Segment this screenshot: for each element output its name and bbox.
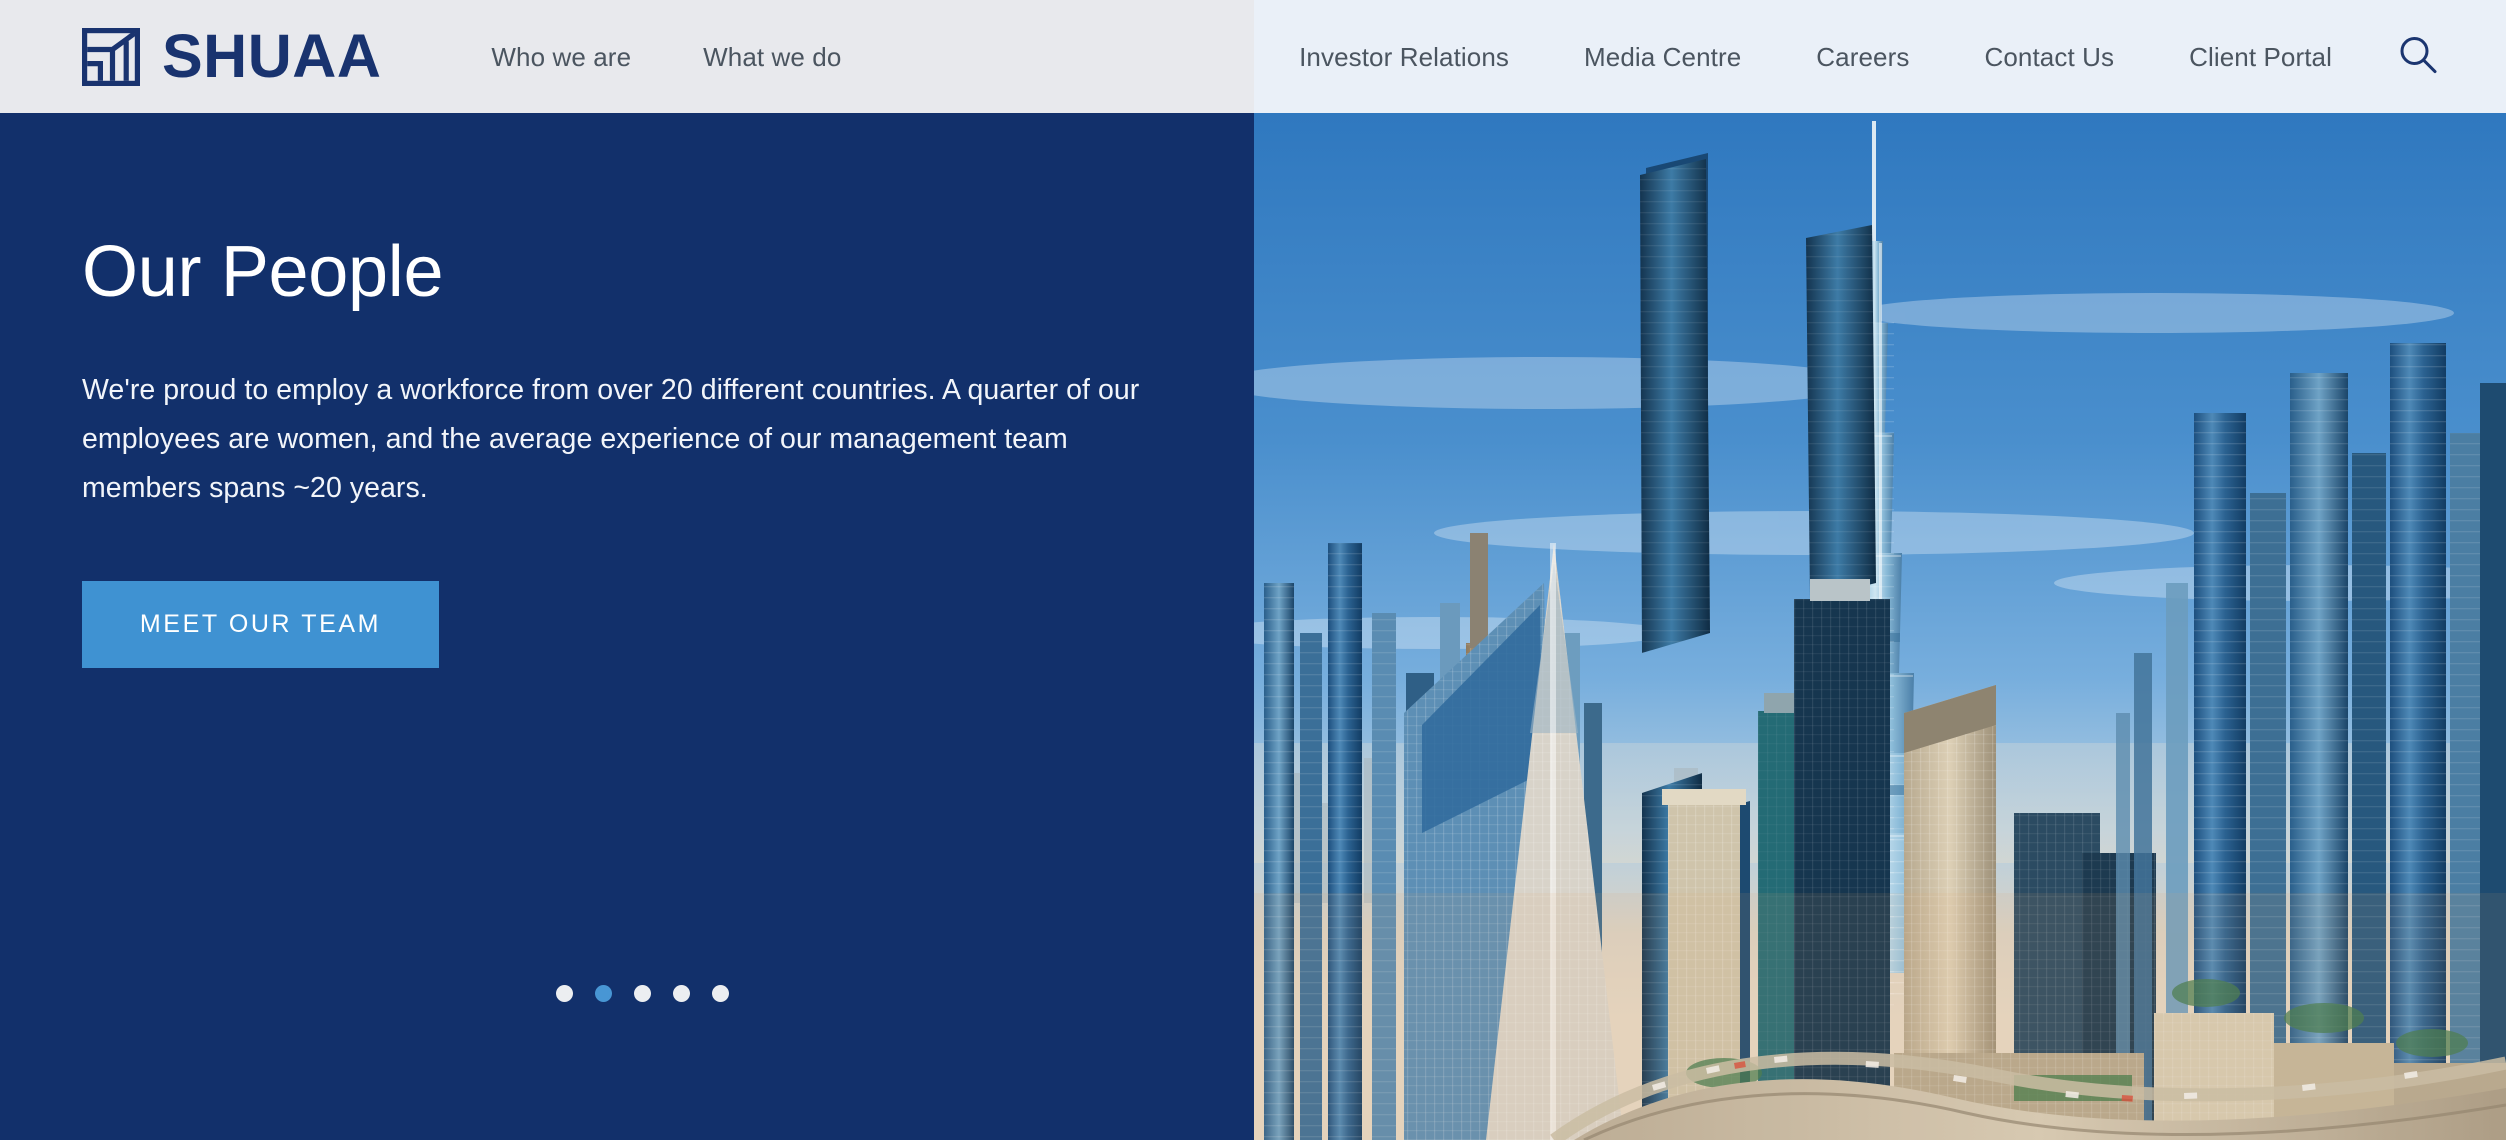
meet-our-team-button[interactable]: MEET OUR TEAM xyxy=(82,581,439,669)
search-button[interactable] xyxy=(2392,31,2444,83)
nav-item-investor-relations[interactable]: Investor Relations xyxy=(1299,44,1509,70)
carousel-dot-2[interactable] xyxy=(595,985,612,1002)
shuaa-square-chart-logo-icon xyxy=(81,27,140,86)
nav-item-who-we-are[interactable]: Who we are xyxy=(491,44,631,70)
carousel-dot-4[interactable] xyxy=(673,985,690,1002)
page-root: SHUAA Who we are What we do Investor Rel… xyxy=(0,0,2506,1140)
hero-text-panel: Our People We're proud to employ a workf… xyxy=(0,113,1254,1140)
hero-image-dubai-skyline xyxy=(1254,113,2506,1140)
carousel-dot-5[interactable] xyxy=(712,985,729,1002)
secondary-nav: Investor Relations Media Centre Careers … xyxy=(1299,31,2506,83)
search-icon xyxy=(2396,33,2440,80)
page-title: Our People xyxy=(82,232,444,312)
primary-nav: Who we are What we do xyxy=(491,44,913,70)
hero-description: We're proud to employ a workforce from o… xyxy=(82,373,1140,505)
nav-item-contact-us[interactable]: Contact Us xyxy=(1984,44,2114,70)
nav-item-media-centre[interactable]: Media Centre xyxy=(1584,44,1741,70)
nav-item-client-portal[interactable]: Client Portal xyxy=(2189,44,2332,70)
brand-logo-link[interactable]: SHUAA xyxy=(81,22,382,90)
hero-section: Our People We're proud to employ a workf… xyxy=(0,113,2506,1140)
carousel-dot-3[interactable] xyxy=(634,985,651,1002)
carousel-pagination xyxy=(556,985,729,1002)
site-header: SHUAA Who we are What we do Investor Rel… xyxy=(0,0,2506,113)
nav-item-what-we-do[interactable]: What we do xyxy=(703,44,841,70)
carousel-dot-1[interactable] xyxy=(556,985,573,1002)
nav-item-careers[interactable]: Careers xyxy=(1816,44,1909,70)
brand-name: SHUAA xyxy=(162,22,382,90)
